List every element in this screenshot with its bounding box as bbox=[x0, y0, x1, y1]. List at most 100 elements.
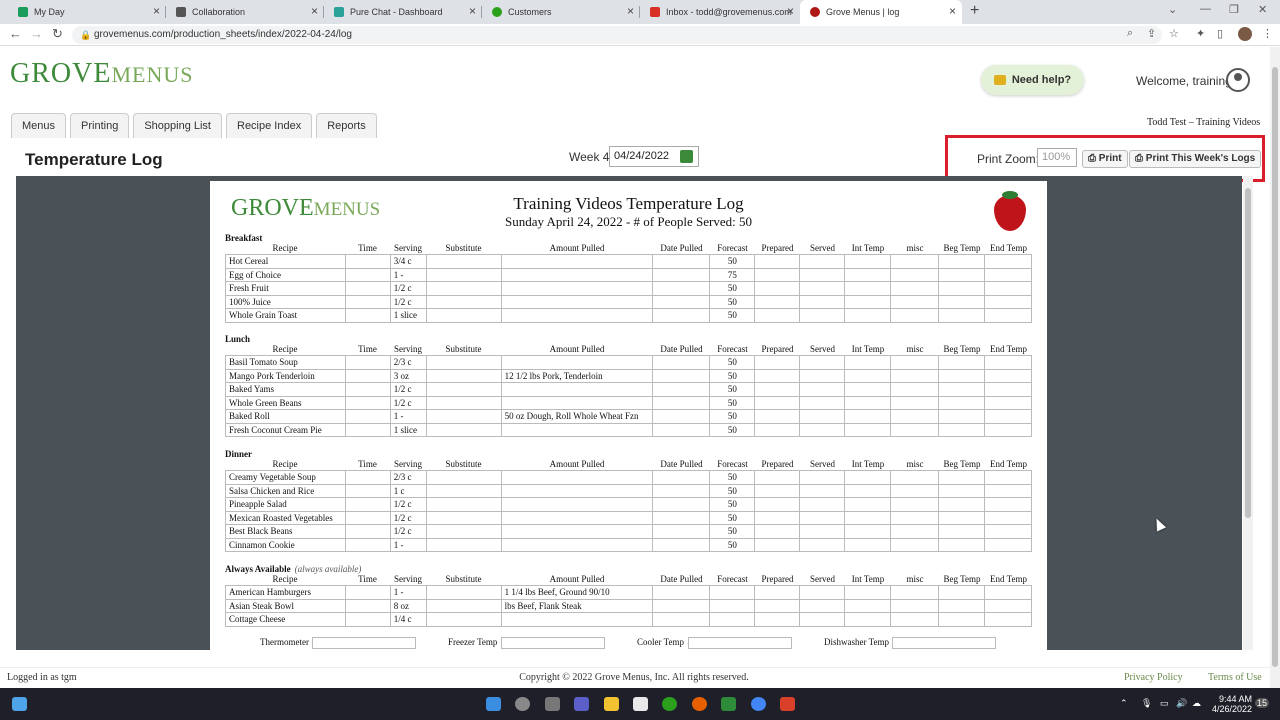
volume-icon[interactable]: 🔊 bbox=[1176, 698, 1187, 709]
entry-cell[interactable] bbox=[800, 383, 846, 396]
time-cell[interactable] bbox=[346, 383, 391, 396]
entry-cell[interactable] bbox=[845, 538, 892, 551]
close-icon[interactable]: × bbox=[627, 4, 634, 18]
entry-cell[interactable] bbox=[845, 613, 892, 626]
network-icon[interactable]: ☁ bbox=[1192, 698, 1201, 709]
user-icon[interactable] bbox=[1226, 68, 1250, 92]
entry-cell[interactable] bbox=[985, 525, 1032, 538]
dishwasher-temp-field[interactable] bbox=[892, 637, 996, 649]
substitute-cell[interactable] bbox=[427, 599, 502, 612]
date-pulled-cell[interactable] bbox=[653, 268, 711, 281]
entry-cell[interactable] bbox=[939, 613, 986, 626]
time-cell[interactable] bbox=[346, 396, 391, 409]
substitute-cell[interactable] bbox=[427, 255, 502, 268]
entry-cell[interactable] bbox=[800, 282, 846, 295]
substitute-cell[interactable] bbox=[427, 383, 502, 396]
task-view-icon[interactable] bbox=[545, 697, 560, 711]
entry-cell[interactable] bbox=[891, 268, 940, 281]
entry-cell[interactable] bbox=[755, 484, 801, 497]
entry-cell[interactable] bbox=[985, 498, 1032, 511]
date-pulled-cell[interactable] bbox=[653, 282, 711, 295]
menu-icon[interactable]: ⋮ bbox=[1262, 27, 1273, 40]
recorder-icon[interactable] bbox=[780, 697, 795, 711]
entry-cell[interactable] bbox=[939, 396, 986, 409]
privacy-policy-link[interactable]: Privacy Policy bbox=[1124, 672, 1183, 683]
entry-cell[interactable] bbox=[985, 586, 1032, 599]
tab-reports[interactable]: Reports bbox=[316, 113, 377, 138]
entry-cell[interactable] bbox=[845, 511, 892, 524]
time-cell[interactable] bbox=[346, 268, 391, 281]
entry-cell[interactable] bbox=[891, 396, 940, 409]
entry-cell[interactable] bbox=[755, 498, 801, 511]
substitute-cell[interactable] bbox=[427, 423, 502, 436]
print-week-logs-button[interactable]: ⎙ Print This Week's Logs bbox=[1129, 150, 1262, 168]
substitute-cell[interactable] bbox=[427, 613, 502, 626]
reload-icon[interactable]: ↻ bbox=[52, 26, 63, 42]
entry-cell[interactable] bbox=[985, 396, 1032, 409]
date-pulled-cell[interactable] bbox=[653, 471, 711, 484]
entry-cell[interactable] bbox=[755, 369, 801, 382]
tab-menus[interactable]: Menus bbox=[11, 113, 67, 138]
slack-icon[interactable] bbox=[633, 697, 648, 711]
entry-cell[interactable] bbox=[985, 511, 1032, 524]
entry-cell[interactable] bbox=[891, 538, 940, 551]
browser-tab-my-day[interactable]: My Day × bbox=[8, 0, 166, 24]
entry-cell[interactable] bbox=[755, 282, 801, 295]
entry-cell[interactable] bbox=[891, 498, 940, 511]
entry-cell[interactable] bbox=[755, 538, 801, 551]
date-pulled-cell[interactable] bbox=[653, 356, 711, 369]
entry-cell[interactable] bbox=[939, 511, 986, 524]
entry-cell[interactable] bbox=[755, 599, 801, 612]
entry-cell[interactable] bbox=[985, 471, 1032, 484]
substitute-cell[interactable] bbox=[427, 282, 502, 295]
entry-cell[interactable] bbox=[755, 525, 801, 538]
chrome-icon[interactable] bbox=[751, 697, 766, 711]
entry-cell[interactable] bbox=[939, 268, 986, 281]
entry-cell[interactable] bbox=[800, 410, 846, 423]
substitute-cell[interactable] bbox=[427, 309, 502, 322]
time-cell[interactable] bbox=[346, 356, 391, 369]
date-pulled-cell[interactable] bbox=[653, 525, 711, 538]
time-cell[interactable] bbox=[346, 484, 391, 497]
entry-cell[interactable] bbox=[755, 255, 801, 268]
entry-cell[interactable] bbox=[755, 396, 801, 409]
entry-cell[interactable] bbox=[845, 356, 892, 369]
entry-cell[interactable] bbox=[985, 410, 1032, 423]
entry-cell[interactable] bbox=[939, 410, 986, 423]
entry-cell[interactable] bbox=[845, 282, 892, 295]
browser-tab-inbox[interactable]: Inbox - todd@grovemenus.com × bbox=[640, 0, 800, 24]
forward-icon[interactable]: → bbox=[30, 26, 43, 41]
date-pulled-cell[interactable] bbox=[653, 423, 711, 436]
entry-cell[interactable] bbox=[845, 484, 892, 497]
need-help-button[interactable]: Need help? bbox=[981, 65, 1084, 95]
date-pulled-cell[interactable] bbox=[653, 484, 711, 497]
date-pulled-cell[interactable] bbox=[653, 538, 711, 551]
entry-cell[interactable] bbox=[891, 295, 940, 308]
entry-cell[interactable] bbox=[939, 356, 986, 369]
entry-cell[interactable] bbox=[939, 309, 986, 322]
time-cell[interactable] bbox=[346, 255, 391, 268]
entry-cell[interactable] bbox=[985, 282, 1032, 295]
entry-cell[interactable] bbox=[845, 268, 892, 281]
sidebar-icon[interactable]: ▯ bbox=[1217, 27, 1223, 40]
entry-cell[interactable] bbox=[891, 356, 940, 369]
entry-cell[interactable] bbox=[985, 538, 1032, 551]
entry-cell[interactable] bbox=[939, 369, 986, 382]
start-icon[interactable] bbox=[486, 697, 501, 711]
entry-cell[interactable] bbox=[755, 423, 801, 436]
entry-cell[interactable] bbox=[800, 396, 846, 409]
widgets-icon[interactable] bbox=[12, 697, 27, 711]
back-icon[interactable]: ← bbox=[9, 26, 22, 41]
entry-cell[interactable] bbox=[800, 309, 846, 322]
entry-cell[interactable] bbox=[755, 586, 801, 599]
tab-recipe-index[interactable]: Recipe Index bbox=[226, 113, 313, 138]
preview-scrollbar[interactable] bbox=[1243, 176, 1253, 650]
browser-tab-grove-menus[interactable]: Grove Menus | log × bbox=[800, 0, 962, 24]
entry-cell[interactable] bbox=[891, 586, 940, 599]
entry-cell[interactable] bbox=[985, 268, 1032, 281]
grove-menus-logo[interactable]: GROVEMENUS bbox=[10, 58, 193, 90]
substitute-cell[interactable] bbox=[427, 586, 502, 599]
entry-cell[interactable] bbox=[891, 511, 940, 524]
print-zoom-input[interactable]: 100% bbox=[1037, 148, 1077, 167]
entry-cell[interactable] bbox=[755, 613, 801, 626]
